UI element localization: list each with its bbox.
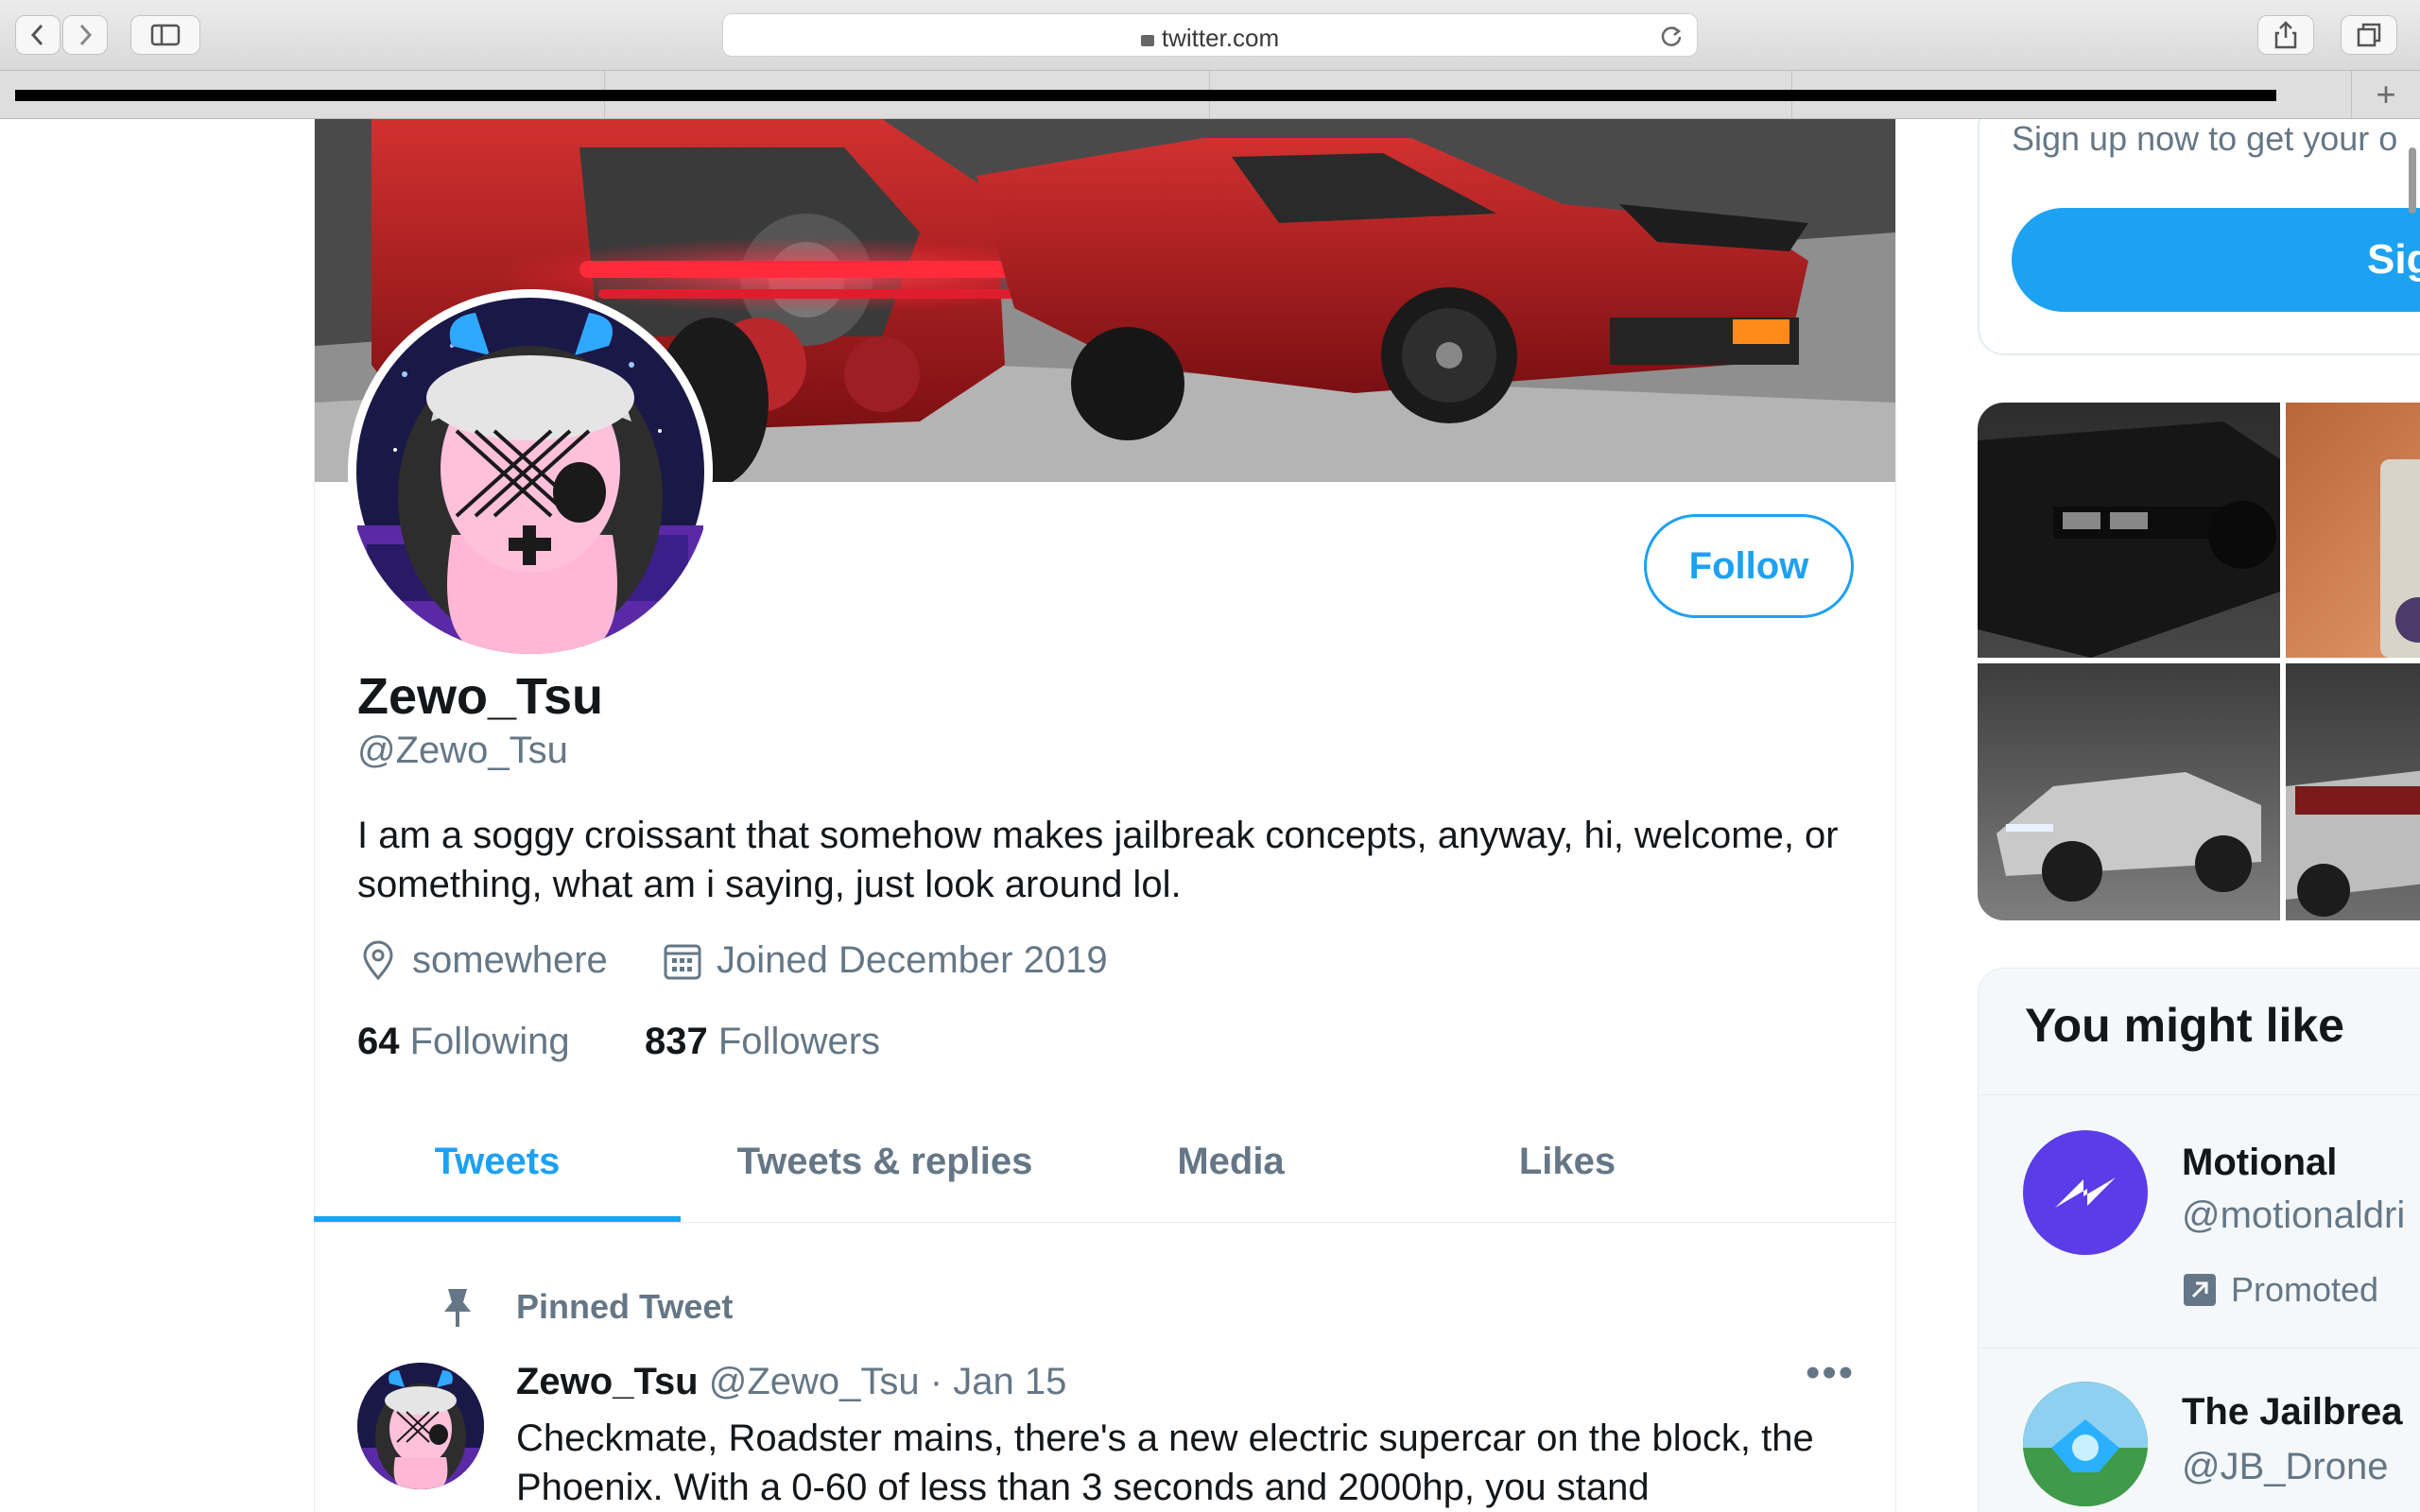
- following-count: 64: [357, 1021, 400, 1062]
- location-pin-icon: [363, 940, 393, 980]
- avatar-image: [348, 289, 713, 654]
- plus-icon: +: [2376, 75, 2396, 113]
- tweet-avatar-image: [357, 1363, 484, 1489]
- profile-joined: Joined December 2019: [662, 939, 1108, 982]
- suggestion-avatar[interactable]: [2023, 1130, 2148, 1255]
- media-thumbnail[interactable]: [2286, 403, 2420, 658]
- sidebar-icon: [150, 24, 181, 46]
- tweet-header: Zewo_Tsu @Zewo_Tsu · Jan 15: [516, 1361, 1066, 1403]
- tab-tweets-replies[interactable]: Tweets & replies: [681, 1102, 1089, 1222]
- profile-tabs: Tweets Tweets & replies Media Likes: [314, 1102, 1896, 1223]
- tweet-author-handle[interactable]: @Zewo_Tsu: [709, 1361, 920, 1402]
- scrollbar-thumb[interactable]: [2409, 147, 2416, 214]
- follow-button[interactable]: Follow: [1644, 514, 1854, 618]
- divider: [1978, 1348, 2420, 1349]
- tweet-separator: ·: [929, 1361, 943, 1402]
- suggestion-avatar[interactable]: [2023, 1382, 2148, 1506]
- pin-icon: [444, 1289, 471, 1327]
- joined-text: Joined December 2019: [717, 939, 1108, 981]
- tweet-date[interactable]: Jan 15: [953, 1361, 1066, 1402]
- profile-media-grid: [1978, 403, 2420, 920]
- media-image: [1996, 772, 2261, 902]
- profile-bio: I am a soggy croissant that somehow make…: [357, 815, 1839, 905]
- promoted-text: Promoted: [2231, 1270, 2379, 1309]
- tweet-author-avatar[interactable]: [357, 1363, 484, 1489]
- followers-label: Followers: [717, 1021, 881, 1062]
- back-button[interactable]: [15, 15, 60, 55]
- chevron-right-icon: [79, 24, 93, 46]
- address-bar-url: twitter.com: [723, 24, 1697, 53]
- following-label: Following: [409, 1021, 570, 1062]
- new-tab-button[interactable]: +: [2352, 71, 2420, 118]
- tweet-text: Checkmate, Roadster mains, there's a new…: [516, 1418, 1814, 1508]
- profile-handle: @Zewo_Tsu: [357, 730, 568, 771]
- tab-tweets[interactable]: Tweets: [314, 1102, 681, 1222]
- sidebar-toggle-button[interactable]: [130, 15, 200, 55]
- motional-logo-icon: [2055, 1177, 2116, 1208]
- media-image: [2286, 770, 2420, 917]
- active-tab-indicator: [314, 1216, 681, 1222]
- address-bar[interactable]: twitter.com: [722, 13, 1698, 57]
- signup-prompt: Sign up now to get your o: [2012, 119, 2398, 158]
- location-text: somewhere: [412, 939, 608, 981]
- profile-avatar[interactable]: [348, 289, 713, 654]
- media-image: [2380, 459, 2420, 658]
- promoted-label: Promoted: [2182, 1270, 2378, 1310]
- tab-likes[interactable]: Likes: [1373, 1102, 1762, 1222]
- tabs-icon: [2357, 23, 2381, 47]
- tabs-overview-button[interactable]: [2341, 15, 2397, 55]
- following-link[interactable]: 64 Following: [357, 1021, 570, 1063]
- chevron-left-icon: [30, 24, 43, 46]
- share-button[interactable]: [2257, 15, 2314, 55]
- divider: [1978, 1094, 2420, 1095]
- jailbreak-drone-logo-icon: [2023, 1382, 2148, 1506]
- media-thumbnail[interactable]: [1978, 663, 2280, 920]
- share-icon: [2274, 21, 2297, 49]
- profile-location: somewhere: [357, 939, 608, 982]
- forward-button[interactable]: [62, 15, 108, 55]
- suggestion-handle[interactable]: @JB_Drone: [2182, 1446, 2388, 1488]
- reload-icon[interactable]: [1659, 24, 1684, 48]
- media-thumbnail[interactable]: [1978, 403, 2280, 658]
- tweet-more-menu-icon[interactable]: •••: [1806, 1349, 1855, 1397]
- url-text: twitter.com: [1161, 24, 1280, 52]
- promoted-icon: [2184, 1274, 2216, 1306]
- suggestion-handle[interactable]: @motionaldri: [2182, 1194, 2405, 1237]
- media-thumbnail[interactable]: [2286, 663, 2420, 920]
- pinned-tweet-label: Pinned Tweet: [516, 1287, 734, 1326]
- suggestion-name[interactable]: Motional: [2182, 1142, 2337, 1184]
- browser-toolbar: twitter.com: [0, 0, 2420, 71]
- profile-display-name: Zewo_Tsu: [357, 668, 604, 725]
- signup-button[interactable]: Sig: [2012, 208, 2420, 312]
- followers-count: 837: [645, 1021, 708, 1062]
- tweet-author-name[interactable]: Zewo_Tsu: [516, 1361, 699, 1402]
- media-image: [1978, 421, 2280, 658]
- tab-media[interactable]: Media: [1089, 1102, 1373, 1222]
- page-content: Follow Zewo_Tsu @Zewo_Tsu I am a soggy c…: [0, 119, 2420, 1512]
- redaction-bar: [15, 90, 2276, 101]
- suggestion-name[interactable]: The Jailbrea: [2182, 1391, 2402, 1434]
- you-might-like-heading: You might like: [2025, 999, 2344, 1052]
- lock-icon: [1140, 35, 1154, 46]
- followers-link[interactable]: 837 Followers: [645, 1021, 880, 1063]
- calendar-icon: [664, 944, 701, 979]
